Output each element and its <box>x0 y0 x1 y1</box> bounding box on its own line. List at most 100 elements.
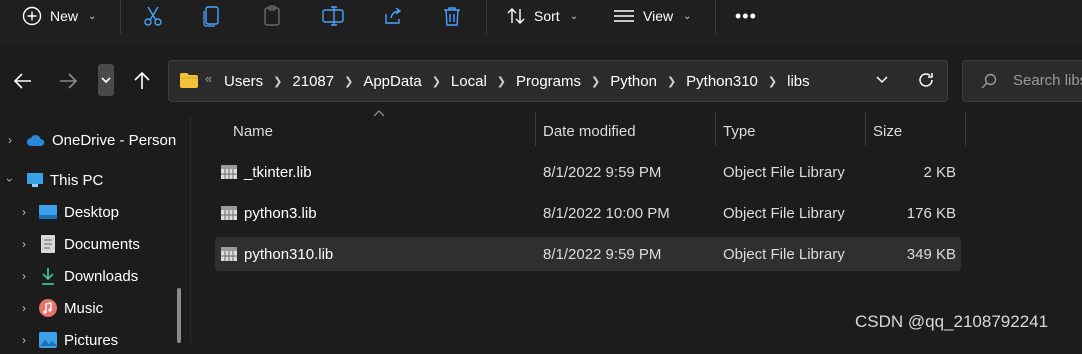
divider <box>120 0 121 34</box>
file-type: Object File Library <box>723 163 845 181</box>
file-date: 8/1/2022 9:59 PM <box>543 245 662 263</box>
folder-icon <box>179 72 199 89</box>
sidebar-item-documents[interactable]: › Documents <box>14 230 140 258</box>
search-input[interactable]: Search libs <box>1013 72 1082 89</box>
plus-circle-icon <box>22 6 42 26</box>
search-box[interactable]: Search libs <box>962 60 1082 102</box>
file-date: 8/1/2022 9:59 PM <box>543 163 662 181</box>
column-divider[interactable] <box>865 112 866 146</box>
chevron-right-icon: › <box>22 205 26 219</box>
sort-label: Sort <box>534 8 560 24</box>
sort-button[interactable]: Sort ⌄ <box>506 0 578 32</box>
column-divider[interactable] <box>715 112 716 146</box>
watermark: CSDN @qq_2108792241 <box>855 312 1049 331</box>
file-size: 176 KB <box>906 204 956 222</box>
clipboard-icon <box>263 5 281 27</box>
sidebar-item-music[interactable]: › Music <box>14 294 103 322</box>
recent-locations-button[interactable] <box>98 64 114 96</box>
picture-icon <box>38 331 58 349</box>
new-label: New <box>50 8 79 24</box>
arrow-left-icon <box>13 72 33 90</box>
more-icon: ••• <box>735 5 757 26</box>
sidebar-item-label: Documents <box>64 235 140 253</box>
refresh-icon[interactable] <box>917 71 935 89</box>
rename-button[interactable] <box>322 0 344 32</box>
chevron-right-icon: › <box>22 237 26 251</box>
cloud-icon <box>26 133 46 147</box>
breadcrumb: Users ❯ 21087 ❯ AppData ❯ Local ❯ Programs ❯ Pytho… <box>224 61 810 101</box>
chevron-right-icon: › <box>8 133 12 147</box>
search-icon <box>981 73 997 89</box>
breadcrumb-item[interactable]: Programs <box>516 73 581 90</box>
back-button[interactable] <box>8 64 38 98</box>
file-size: 349 KB <box>906 245 956 263</box>
breadcrumb-item[interactable]: Local <box>451 73 487 90</box>
sort-indicator-icon <box>373 110 385 117</box>
sort-icon <box>506 6 526 26</box>
sidebar-item-label: Pictures <box>64 331 119 349</box>
address-bar[interactable]: « Users ❯ 21087 ❯ AppData ❯ Local ❯ Programs ❯ Pyt… <box>168 60 948 102</box>
sidebar-item-label: OneDrive - Person <box>52 131 177 149</box>
pane-divider <box>190 116 191 343</box>
sidebar-scrollbar[interactable] <box>177 288 181 343</box>
file-row[interactable]: _tkinter.lib 8/1/2022 9:59 PM Object File … <box>215 155 961 189</box>
breadcrumb-overflow[interactable]: « <box>205 71 212 86</box>
file-name: python3.lib <box>244 204 317 222</box>
column-divider[interactable] <box>965 112 966 146</box>
sidebar-item-label: Downloads <box>64 267 139 285</box>
address-dropdown-icon[interactable] <box>875 74 889 84</box>
chevron-right-icon[interactable]: ❯ <box>432 75 441 88</box>
sidebar-item-pictures[interactable]: › Pictures <box>14 326 118 354</box>
column-header-size[interactable]: Size <box>873 116 902 146</box>
chevron-down-icon: › <box>3 178 17 182</box>
sidebar-item-desktop[interactable]: › Desktop <box>14 198 119 226</box>
copy-button[interactable] <box>203 0 221 32</box>
chevron-right-icon[interactable]: ❯ <box>273 75 282 88</box>
column-header-name[interactable]: Name <box>233 116 273 146</box>
chevron-right-icon: › <box>22 333 26 347</box>
rename-icon <box>322 6 344 26</box>
scissors-icon <box>143 5 163 27</box>
file-name: python310.lib <box>244 245 334 263</box>
share-button[interactable] <box>383 0 403 32</box>
file-date: 8/1/2022 10:00 PM <box>543 204 670 222</box>
new-button[interactable]: New ⌄ <box>22 0 96 32</box>
library-file-icon <box>220 237 238 271</box>
sidebar-item-label: Desktop <box>64 203 120 221</box>
library-file-icon <box>220 196 238 230</box>
column-header-date[interactable]: Date modified <box>543 116 636 146</box>
chevron-right-icon[interactable]: ❯ <box>591 75 600 88</box>
file-row[interactable]: python310.lib 8/1/2022 9:59 PM Object File… <box>215 237 961 271</box>
breadcrumb-item[interactable]: Python310 <box>686 73 758 90</box>
column-header-type[interactable]: Type <box>723 116 756 146</box>
file-row[interactable]: python3.lib 8/1/2022 10:00 PM Object File … <box>215 196 961 230</box>
forward-button[interactable] <box>53 64 83 98</box>
up-button[interactable] <box>128 64 156 98</box>
breadcrumb-item[interactable]: Python <box>610 73 657 90</box>
chevron-down-icon <box>101 76 111 84</box>
sidebar-item-downloads[interactable]: › Downloads <box>14 262 138 290</box>
breadcrumb-item[interactable]: Users <box>224 73 263 90</box>
arrow-right-icon <box>58 72 78 90</box>
column-divider[interactable] <box>535 112 536 146</box>
delete-button[interactable] <box>443 0 461 32</box>
divider <box>715 0 716 34</box>
sidebar-item-label: Music <box>64 299 104 317</box>
file-type: Object File Library <box>723 245 845 263</box>
chevron-down-icon: ⌄ <box>88 10 97 22</box>
copy-icon <box>203 5 221 27</box>
chevron-right-icon[interactable]: ❯ <box>667 75 676 88</box>
paste-button[interactable] <box>263 0 281 32</box>
chevron-right-icon[interactable]: ❯ <box>768 75 777 88</box>
view-button[interactable]: View ⌄ <box>613 0 691 32</box>
breadcrumb-item[interactable]: libs <box>787 73 810 90</box>
chevron-down-icon: ⌄ <box>683 10 692 22</box>
more-options-button[interactable]: ••• <box>735 0 757 32</box>
cut-button[interactable] <box>143 0 163 32</box>
chevron-right-icon[interactable]: ❯ <box>344 75 353 88</box>
breadcrumb-item[interactable]: 21087 <box>292 73 334 90</box>
sidebar-item-this-pc[interactable]: › This PC <box>0 166 103 194</box>
chevron-right-icon[interactable]: ❯ <box>497 75 506 88</box>
breadcrumb-item[interactable]: AppData <box>363 73 421 90</box>
sidebar-item-onedrive[interactable]: › OneDrive - Person <box>0 126 176 154</box>
